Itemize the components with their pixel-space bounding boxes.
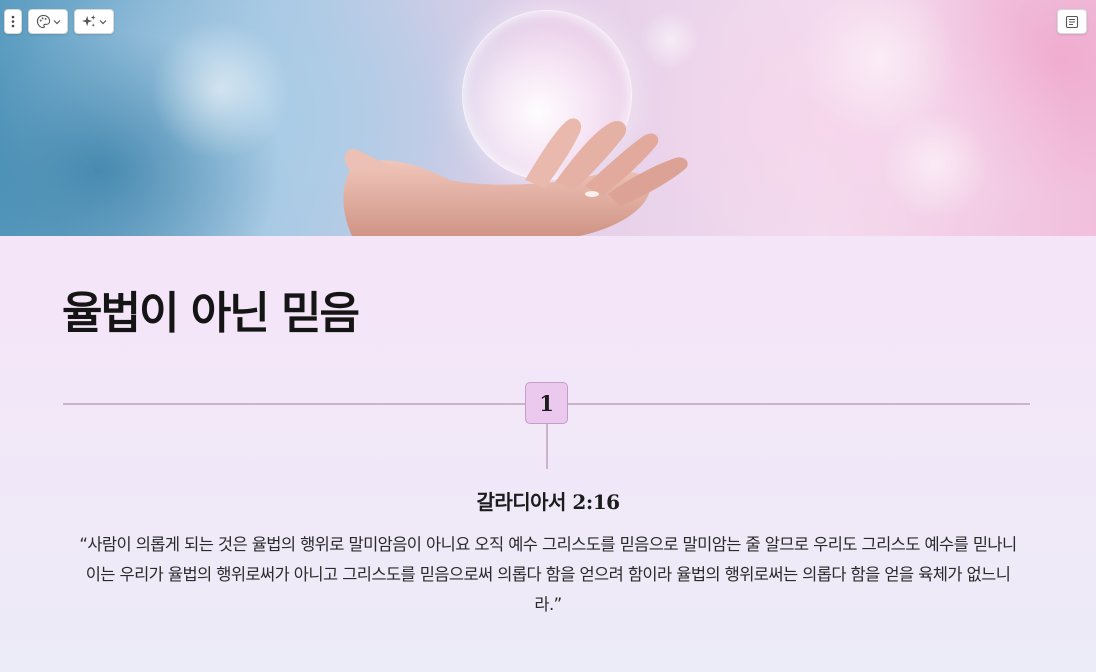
bokeh-light (880, 110, 990, 220)
more-vertical-icon (11, 15, 15, 28)
notes-icon (1065, 15, 1079, 28)
palette-icon (36, 14, 50, 29)
theme-button[interactable] (28, 9, 68, 34)
slide-title[interactable]: 율법이 아닌 믿음 (62, 286, 360, 342)
bokeh-light (150, 20, 290, 160)
more-options-button[interactable] (4, 9, 22, 34)
chevron-down-icon (99, 19, 107, 24)
step-number-badge[interactable]: 1 (525, 382, 568, 424)
bokeh-light (640, 10, 700, 70)
timeline-connector (546, 424, 548, 469)
slide-canvas: 율법이 아닌 믿음 1 갈라디아서 2:16 “사람이 의롭게 되는 것은 율법… (0, 0, 1096, 672)
sparkle-icon (81, 14, 96, 27)
chevron-down-icon (53, 19, 60, 24)
scripture-reference[interactable]: 갈라디아서 2:16 (0, 486, 1096, 515)
scripture-verse[interactable]: “사람이 의롭게 되는 것은 율법의 행위로 말미암음이 아니요 오직 예수 그… (78, 530, 1018, 620)
ai-assist-button[interactable] (74, 9, 114, 34)
notes-button[interactable] (1057, 9, 1087, 34)
hero-image (0, 0, 1096, 236)
hand-icon (343, 118, 688, 236)
